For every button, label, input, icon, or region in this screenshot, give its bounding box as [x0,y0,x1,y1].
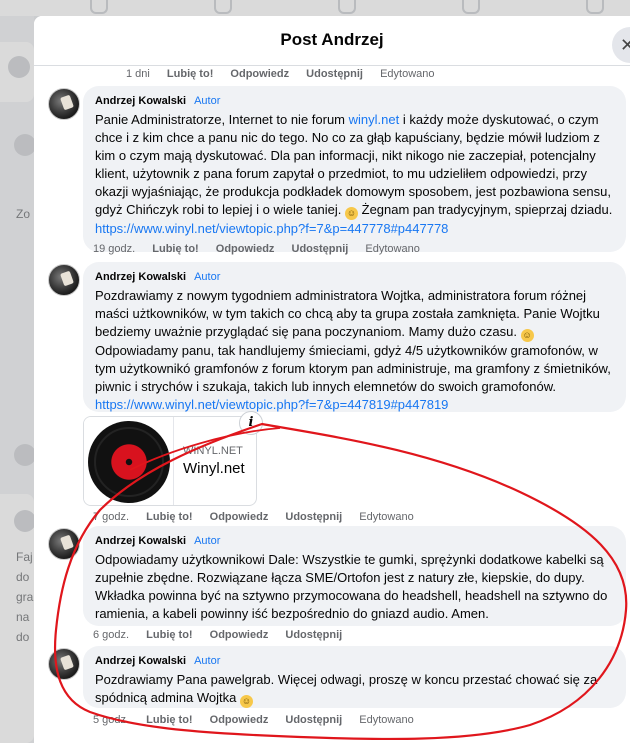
edited-label: Edytowano [380,68,435,80]
info-icon[interactable]: i [239,411,263,435]
share-button[interactable]: Udostępnij [285,510,342,524]
post-modal: Post Andrzej ✕ 1 dni Lubię to! Odpowiedz… [34,16,630,743]
vinyl-shine [94,427,164,497]
comment-time[interactable]: 1 dni [126,67,150,81]
smile-emoji-icon: ☺ [520,329,534,342]
reply-button[interactable]: Odpowiedz [210,713,269,727]
preview-domain: WINYL.NET [183,445,243,457]
comment-url-link[interactable]: https://www.winyl.net/viewtopic.php?f=7&… [95,221,448,236]
modal-title: Post Andrzej [280,30,384,49]
comment-bubble: Andrzej Kowalski Autor Pozdrawiamy z nowy… [83,262,626,412]
close-icon: ✕ [620,35,630,55]
comment-text: Odpowiadamy użytkownikowi Dale: Wszystki… [95,552,608,621]
preview-title: Winyl.net [183,460,245,477]
comment-time[interactable]: 5 godz. [93,713,129,727]
comment-text: Panie Administratorze, Internet to nie f… [95,112,613,236]
author-badge: Autor [194,535,221,547]
share-button[interactable]: Udostępnij [285,713,342,727]
modal-header: Post Andrzej ✕ [34,16,630,66]
smile-emoji-icon: ☺ [345,207,359,220]
comment-text: Pozdrawiamy z nowym tygodniem administra… [95,288,611,412]
comment-actions: 6 godz. Lubię to! Odpowiedz Udostępnij [93,628,356,642]
author-badge: Autor [194,95,221,107]
like-button[interactable]: Lubię to! [167,67,213,81]
inline-link[interactable]: winyl.net [349,112,400,127]
avatar[interactable] [48,88,80,120]
reply-button[interactable]: Odpowiedz [230,67,289,81]
comment-actions: 19 godz. Lubię to! Odpowiedz Udostępnij … [93,242,434,256]
avatar[interactable] [48,528,80,560]
share-button[interactable]: Udostępnij [306,67,363,81]
comment-time[interactable]: 19 godz. [93,242,135,256]
comment-author[interactable]: Andrzej Kowalski Autor [95,534,614,548]
comment-bubble: Andrzej Kowalski Autor Panie Administrato… [83,86,626,252]
avatar[interactable] [48,648,80,680]
edited-label: Edytowano [359,511,414,523]
avatar[interactable] [48,264,80,296]
comment-actions: 5 godz. Lubię to! Odpowiedz Udostępnij E… [93,713,428,727]
preview-thumbnail [84,417,174,505]
comment-bubble: Andrzej Kowalski Autor Pozdrawiamy Pana p… [83,646,626,708]
reply-button[interactable]: Odpowiedz [210,510,269,524]
comment-text: Pozdrawiamy Pana pawelgrab. Więcej odwag… [95,672,598,708]
reply-button[interactable]: Odpowiedz [210,628,269,642]
share-button[interactable]: Udostępnij [285,628,342,642]
link-preview-card[interactable]: WINYL.NET Winyl.net [83,416,257,506]
comment-time[interactable]: 6 godz. [93,628,129,642]
like-button[interactable]: Lubię to! [146,713,192,727]
like-button[interactable]: Lubię to! [152,242,198,256]
reply-button[interactable]: Odpowiedz [216,242,275,256]
comment-author[interactable]: Andrzej Kowalski Autor [95,94,614,108]
comment-author[interactable]: Andrzej Kowalski Autor [95,654,614,668]
comment-url-link[interactable]: https://www.winyl.net/viewtopic.php?f=7&… [95,397,448,412]
comment-time[interactable]: 7 godz. [93,510,129,524]
edited-label: Edytowano [359,714,414,726]
author-badge: Autor [194,271,221,283]
like-button[interactable]: Lubię to! [146,628,192,642]
smile-emoji-icon: ☺ [240,695,254,708]
comment-author[interactable]: Andrzej Kowalski Autor [95,270,614,284]
comment-actions: 7 godz. Lubię to! Odpowiedz Udostępnij E… [93,510,428,524]
edited-label: Edytowano [365,243,420,255]
like-button[interactable]: Lubię to! [146,510,192,524]
comments-list[interactable]: 1 dni Lubię to! Odpowiedz Udostępnij Edy… [34,66,630,743]
share-button[interactable]: Udostępnij [292,242,349,256]
comment-actions: 1 dni Lubię to! Odpowiedz Udostępnij Edy… [126,67,449,81]
author-badge: Autor [194,655,221,667]
comment-bubble: Andrzej Kowalski Autor Odpowiadamy użytko… [83,526,626,626]
